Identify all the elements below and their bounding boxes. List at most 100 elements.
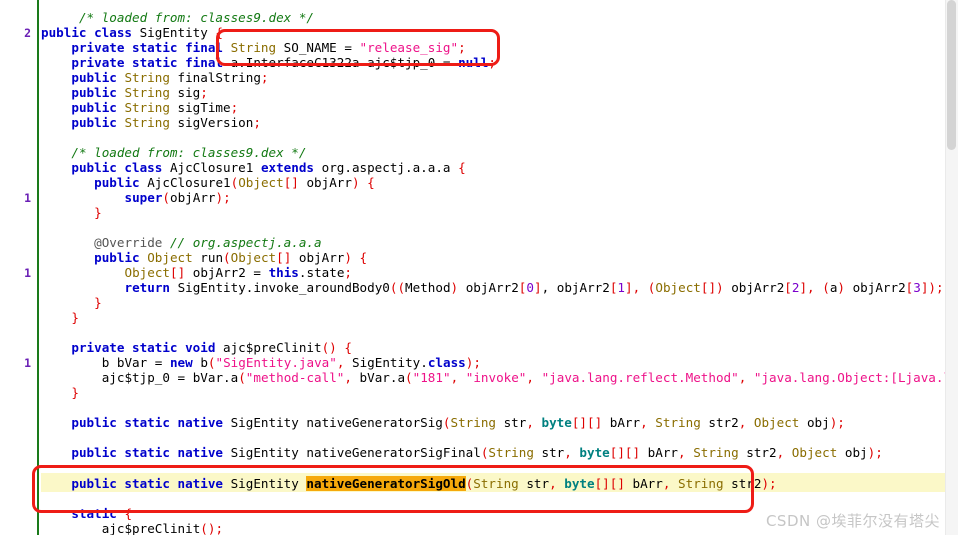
code-line[interactable]: Object[] objArr2 = this.state; bbox=[124, 265, 352, 280]
code-token: , bbox=[526, 415, 542, 430]
code-token: "invoke" bbox=[465, 370, 527, 385]
code-line[interactable]: @Override // org.aspectj.a.a.a bbox=[94, 235, 321, 250]
code-line[interactable]: super(objArr); bbox=[124, 190, 230, 205]
code-line[interactable]: } bbox=[71, 385, 79, 400]
code-token: super bbox=[124, 190, 163, 205]
code-token: SigEntity bbox=[139, 25, 216, 40]
code-token: Object bbox=[753, 415, 807, 430]
code-line[interactable]: public AjcClosure1(Object[] objArr) { bbox=[94, 175, 375, 190]
line-number: 1 bbox=[24, 356, 31, 370]
code-viewer[interactable]: 2111 /* loaded from: classes9.dex */publ… bbox=[0, 0, 958, 535]
code-line[interactable]: public class AjcClosure1 extends org.asp… bbox=[71, 160, 465, 175]
code-line[interactable]: } bbox=[94, 295, 102, 310]
code-line[interactable]: private static void ajc$preClinit() { bbox=[71, 340, 352, 355]
code-token: ( bbox=[162, 190, 170, 205]
code-line[interactable]: public String finalString; bbox=[71, 70, 268, 85]
code-token: objArr2 = bbox=[185, 265, 269, 280]
code-token: public bbox=[71, 115, 125, 130]
code-token: class bbox=[427, 355, 466, 370]
code-token: bVar.a bbox=[359, 370, 406, 385]
code-token: private static final bbox=[71, 55, 231, 70]
code-token: , bbox=[776, 445, 792, 460]
code-token: ], ( bbox=[799, 280, 830, 295]
code-token: SigEntity nativeGeneratorSigFinal bbox=[230, 445, 481, 460]
code-token: ) { bbox=[351, 175, 375, 190]
code-token: public static native bbox=[71, 445, 231, 460]
code-line[interactable]: public String sigTime; bbox=[71, 100, 238, 115]
code-text-area[interactable]: /* loaded from: classes9.dex */public cl… bbox=[41, 0, 958, 535]
code-token: b bbox=[200, 355, 208, 370]
code-token: [ bbox=[784, 280, 792, 295]
code-token: ); bbox=[465, 355, 481, 370]
vertical-scrollbar-thumb[interactable] bbox=[947, 0, 956, 150]
code-token: 1 bbox=[617, 280, 626, 295]
code-token: ajc$preClinit bbox=[223, 340, 322, 355]
code-token: /* loaded from: classes9.dex */ bbox=[78, 10, 314, 25]
csdn-watermark: CSDN @埃菲尔没有塔尖 bbox=[765, 512, 940, 530]
code-token: , bbox=[678, 445, 694, 460]
code-token: "method-call" bbox=[245, 370, 345, 385]
code-token: (); bbox=[200, 521, 224, 535]
code-token: ; bbox=[344, 265, 352, 280]
code-token: ajc$preClinit bbox=[101, 521, 201, 535]
code-token: , bbox=[344, 370, 360, 385]
code-token: { bbox=[458, 160, 466, 175]
code-token: .state bbox=[298, 265, 345, 280]
code-token: ); bbox=[867, 445, 883, 460]
code-token: private static void bbox=[71, 340, 224, 355]
code-token: ]); bbox=[920, 280, 944, 295]
code-token: str bbox=[541, 445, 565, 460]
code-line[interactable]: public String sigVersion; bbox=[71, 115, 261, 130]
code-token: public class bbox=[71, 160, 170, 175]
code-token: objArr bbox=[291, 250, 345, 265]
code-token: ; bbox=[253, 115, 261, 130]
code-token: []) bbox=[700, 280, 732, 295]
code-token: "java.lang.reflect.Method" bbox=[541, 370, 739, 385]
code-token: [][] bbox=[609, 445, 641, 460]
code-token: str bbox=[503, 415, 527, 430]
code-token: [] bbox=[276, 250, 292, 265]
code-token: , bbox=[450, 370, 466, 385]
code-line[interactable]: b bVar = new b("SigEntity.java", SigEnti… bbox=[102, 355, 481, 370]
code-token: Object bbox=[791, 445, 845, 460]
code-token: "181" bbox=[412, 370, 451, 385]
code-line[interactable]: public Object run(Object[] objArr) { bbox=[94, 250, 367, 265]
code-line[interactable]: /* loaded from: classes9.dex */ bbox=[71, 145, 306, 160]
code-token: ] bbox=[533, 280, 542, 295]
code-token: ( bbox=[405, 370, 413, 385]
code-token: ( bbox=[238, 370, 246, 385]
code-token: ; bbox=[230, 100, 239, 115]
code-token: Method bbox=[405, 280, 451, 295]
code-token: obj bbox=[806, 415, 830, 430]
code-token: byte bbox=[579, 445, 610, 460]
code-line[interactable]: ajc$tjp_0 = bVar.a("method-call", bVar.a… bbox=[102, 370, 958, 385]
code-token: public static native bbox=[71, 415, 231, 430]
code-token: sigTime bbox=[177, 100, 231, 115]
code-line[interactable]: } bbox=[94, 205, 102, 220]
code-line[interactable]: public class SigEntity { bbox=[41, 25, 223, 40]
code-token: bArr bbox=[640, 445, 679, 460]
code-token: [] bbox=[283, 175, 299, 190]
code-line[interactable]: public String sig; bbox=[71, 85, 208, 100]
code-token: String bbox=[124, 70, 178, 85]
code-token: String bbox=[124, 85, 178, 100]
vertical-scrollbar-track[interactable] bbox=[945, 0, 958, 535]
code-token: sigVersion bbox=[177, 115, 254, 130]
code-token: public bbox=[94, 250, 148, 265]
code-line[interactable]: } bbox=[71, 310, 79, 325]
code-token: Object bbox=[147, 250, 201, 265]
code-token: , objArr2 bbox=[541, 280, 610, 295]
code-line[interactable]: public static native SigEntity nativeGen… bbox=[71, 445, 882, 460]
code-token: byte bbox=[541, 415, 572, 430]
code-token: public class bbox=[41, 25, 140, 40]
code-token: public bbox=[71, 70, 125, 85]
code-line[interactable]: /* loaded from: classes9.dex */ bbox=[79, 10, 314, 25]
code-line[interactable]: public static native SigEntity nativeGen… bbox=[71, 415, 845, 430]
code-token: , bbox=[738, 370, 754, 385]
code-token: ) bbox=[450, 280, 466, 295]
code-token: ); bbox=[829, 415, 845, 430]
code-line[interactable]: return SigEntity.invoke_aroundBody0((Met… bbox=[124, 280, 943, 295]
code-token: () { bbox=[321, 340, 352, 355]
code-line[interactable]: ajc$preClinit(); bbox=[102, 521, 223, 535]
code-token: @Override bbox=[94, 235, 170, 250]
